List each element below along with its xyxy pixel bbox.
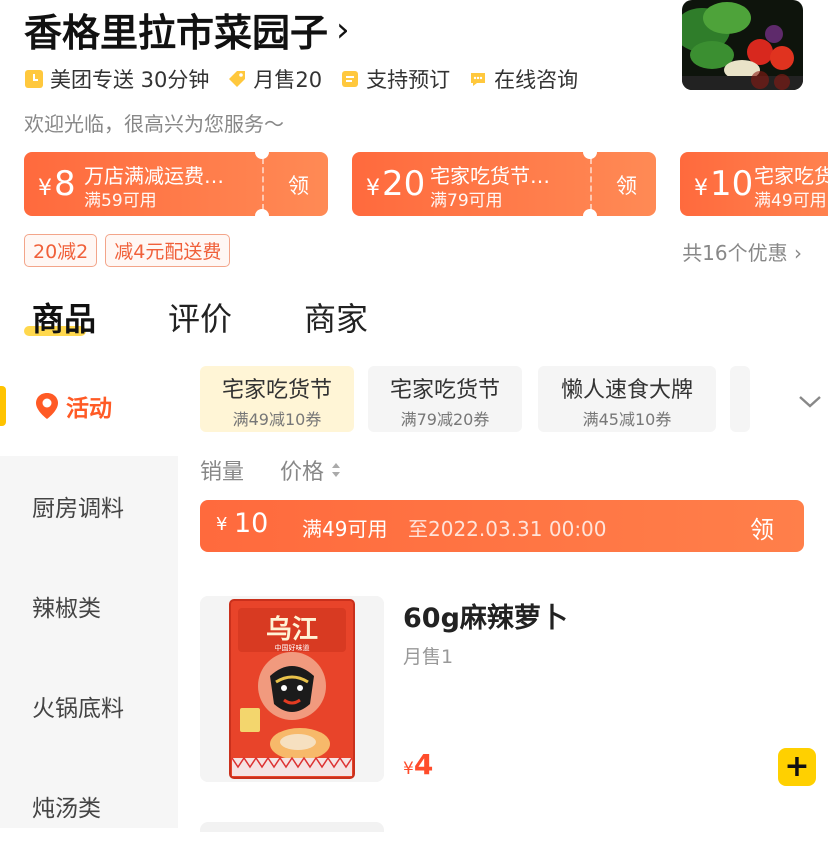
sort-sales-label: 销量 [200, 460, 245, 485]
subtab-item[interactable]: 宅家吃货节 满79减20券 [368, 366, 522, 432]
product-panel: 宅家吃货节 满49减10券 宅家吃货节 满79减20券 懒人速食大牌 满45减1… [178, 356, 828, 832]
coupon-condition: 满49可用 [754, 191, 827, 211]
store-title[interactable]: 香格里拉市菜园子 › [24, 2, 350, 57]
chevron-down-icon[interactable] [798, 394, 822, 413]
coupon-condition: 满79可用 [430, 191, 503, 211]
promo-total-text: 共16个优惠 [682, 241, 788, 265]
store-coupon-banner[interactable]: ¥ 10 满49可用 至2022.03.31 00:00 领 [200, 500, 804, 552]
sidebar-item-label: 辣椒类 [32, 596, 101, 622]
sidebar-item-hotpot[interactable]: 火锅底料 [0, 656, 178, 756]
coupon-amount: ¥8 [38, 164, 76, 204]
sort-bar: 销量 价格 [200, 454, 378, 486]
sidebar-item-label: 活动 [66, 396, 112, 422]
coupon-title: 万店满减运费… [84, 164, 224, 188]
coupon-card[interactable]: ¥10 宅家吃货 满49可用 [680, 152, 828, 216]
price-currency: ¥ [403, 759, 414, 779]
tag-icon [227, 69, 247, 89]
product-sales: 月售1 [403, 646, 454, 668]
sort-by-sales[interactable]: 销量 [200, 454, 244, 486]
sidebar-item-chili[interactable]: 辣椒类 [0, 556, 178, 656]
delivery-info: 美团专送 30分钟 [24, 64, 209, 94]
subtab-item-partial[interactable] [730, 366, 750, 432]
subtab-title: 宅家吃货节 [389, 378, 500, 403]
add-to-cart-button[interactable]: + [778, 748, 816, 786]
coupon-claim-button[interactable]: 领 [616, 170, 637, 200]
monthly-sales-text: 月售20 [253, 68, 323, 92]
coupon-strip[interactable]: ¥8 万店满减运费… 满59可用 领 ¥20 宅家吃货节… 满79可用 领 ¥1… [24, 152, 828, 216]
store-coupon-expiry: 至2022.03.31 00:00 [408, 517, 607, 541]
product-name[interactable]: 60g麻辣萝卜 [403, 596, 568, 635]
store-name: 香格里拉市菜园子 [24, 11, 329, 55]
tab-reviews[interactable]: 评价 [168, 294, 232, 340]
store-header: 香格里拉市菜园子 › 美团专送 30分钟 月售20 支持预订 在线咨询 欢迎光临… [0, 0, 828, 145]
clock-icon [24, 69, 44, 89]
next-product-card[interactable] [200, 822, 384, 832]
promo-tag: 20减2 [24, 234, 98, 267]
coupon-notch [583, 209, 597, 216]
active-category-indicator [0, 386, 6, 426]
promo-tags: 20减2 减4元配送费 [24, 234, 238, 267]
sidebar-item-activity[interactable]: 活动 [0, 356, 178, 456]
coupon-notch [255, 152, 269, 159]
store-coupon-amount: 10 [234, 508, 269, 539]
subtab-bar: 宅家吃货节 满49减10券 宅家吃货节 满79减20券 懒人速食大牌 满45减1… [200, 366, 828, 432]
subtab-sub: 满45减10券 [582, 410, 672, 429]
subtab-item[interactable]: 宅家吃货节 满49减10券 [200, 366, 354, 432]
coupon-card[interactable]: ¥20 宅家吃货节… 满79可用 领 [352, 152, 656, 216]
subtab-title: 懒人速食大牌 [560, 378, 693, 403]
price-value: 4 [413, 748, 434, 781]
delivery-text: 美团专送 30分钟 [50, 68, 210, 92]
tab-products[interactable]: 商品 [32, 294, 96, 340]
coupon-notch [583, 152, 597, 159]
sidebar-item-kitchen[interactable]: 厨房调料 [0, 456, 178, 556]
product-card[interactable]: 乌江 中国好味道 60g麻辣萝卜 月售1 ¥4 + [200, 596, 816, 786]
coupon-claim-button[interactable]: 领 [288, 170, 309, 200]
chevron-right-icon: › [794, 241, 802, 265]
subtab-sub: 满79减20券 [400, 410, 490, 429]
coupon-notch [255, 209, 269, 216]
chevron-right-icon: › [336, 9, 350, 50]
consult-info[interactable]: 在线咨询 [468, 64, 578, 94]
store-coupon-condition: 满49可用 [302, 517, 388, 541]
coupon-title: 宅家吃货节… [430, 164, 550, 188]
coupon-title: 宅家吃货 [754, 164, 828, 188]
chat-icon [468, 69, 488, 89]
sort-price-label: 价格 [280, 460, 325, 485]
sidebar-item-label: 厨房调料 [32, 496, 124, 522]
preorder-info: 支持预订 [340, 64, 450, 94]
coupon-card[interactable]: ¥8 万店满减运费… 满59可用 领 [24, 152, 328, 216]
product-price: ¥4 [403, 748, 433, 781]
preorder-text: 支持预订 [366, 68, 451, 92]
subtab-item[interactable]: 懒人速食大牌 满45减10券 [538, 366, 716, 432]
store-coupon-claim-button[interactable]: 领 [750, 510, 774, 545]
sidebar-item-soup[interactable]: 炖汤类 [0, 756, 178, 856]
store-coupon-currency: ¥ [216, 514, 228, 535]
coupon-divider [590, 158, 592, 210]
package-sub-text: 中国好味道 [275, 643, 310, 652]
coupon-divider [262, 158, 264, 210]
product-image[interactable]: 乌江 中国好味道 [200, 596, 384, 782]
package-brand-text: 乌江 [266, 614, 318, 645]
promo-total-link[interactable]: 共16个优惠 › [682, 237, 802, 266]
consult-text: 在线咨询 [494, 68, 579, 92]
calendar-icon [340, 69, 360, 89]
store-thumbnail[interactable] [682, 0, 803, 90]
monthly-sales-info: 月售20 [227, 64, 322, 94]
category-sidebar: 活动 厨房调料 辣椒类 火锅底料 炖汤类 [0, 356, 178, 828]
coupon-amount: ¥20 [366, 164, 426, 204]
store-info-row: 美团专送 30分钟 月售20 支持预订 在线咨询 [24, 64, 596, 94]
coupon-amount: ¥10 [694, 164, 754, 204]
welcome-message: 欢迎光临，很高兴为您服务～ [24, 112, 284, 136]
tab-bar: 商品 评价 商家 [0, 286, 828, 356]
subtab-sub: 满49减10券 [232, 410, 322, 429]
promo-tag: 减4元配送费 [105, 234, 231, 267]
sort-arrows-icon [332, 463, 341, 477]
sidebar-item-label: 炖汤类 [32, 796, 101, 822]
sidebar-item-label: 火锅底料 [32, 696, 124, 722]
location-pin-icon [36, 393, 58, 419]
sort-by-price[interactable]: 价格 [280, 454, 342, 486]
coupon-condition: 满59可用 [84, 191, 157, 211]
tab-merchant[interactable]: 商家 [304, 294, 368, 340]
subtab-title: 宅家吃货节 [221, 378, 332, 403]
